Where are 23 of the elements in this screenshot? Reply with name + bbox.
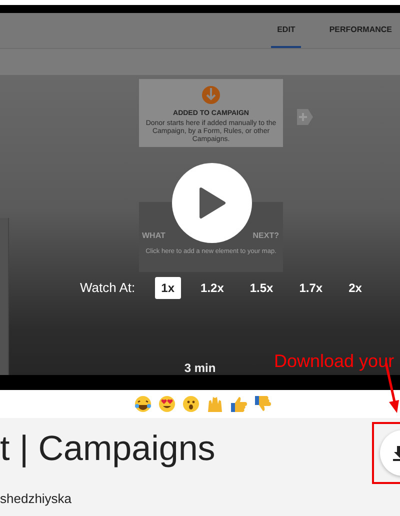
speed-option[interactable]: 1.2x bbox=[194, 277, 230, 299]
video-player[interactable] bbox=[0, 13, 400, 375]
node-title: WHAT bbox=[142, 230, 166, 242]
heart-eyes-emoji-icon[interactable] bbox=[158, 395, 176, 413]
speed-option[interactable]: 1x bbox=[155, 277, 181, 299]
speed-option[interactable]: 1.7x bbox=[293, 277, 329, 299]
add-step-icon bbox=[297, 109, 313, 125]
arrow-down-circle-icon bbox=[201, 84, 221, 105]
surprised-emoji-icon[interactable] bbox=[182, 395, 200, 413]
speed-label: Watch At: bbox=[80, 279, 136, 298]
speed-option[interactable]: 2x bbox=[342, 277, 368, 299]
author-name: shedzhiyska bbox=[0, 490, 72, 508]
tab[interactable]: PERFORMANCE bbox=[323, 13, 398, 48]
thumbs-up-emoji-icon[interactable] bbox=[230, 395, 248, 413]
play-icon bbox=[198, 187, 226, 219]
speed-option[interactable]: 1.5x bbox=[244, 277, 280, 299]
highlight-frame bbox=[372, 422, 400, 484]
video-title: t | Campaigns bbox=[0, 430, 216, 468]
video-duration: 3 min bbox=[184, 360, 216, 375]
node-title: NEXT? bbox=[252, 230, 279, 242]
thumbs-down-emoji-icon[interactable] bbox=[254, 395, 272, 413]
annotation-text: Download your bbox=[274, 350, 394, 373]
laughing-emoji-icon[interactable] bbox=[134, 395, 152, 413]
